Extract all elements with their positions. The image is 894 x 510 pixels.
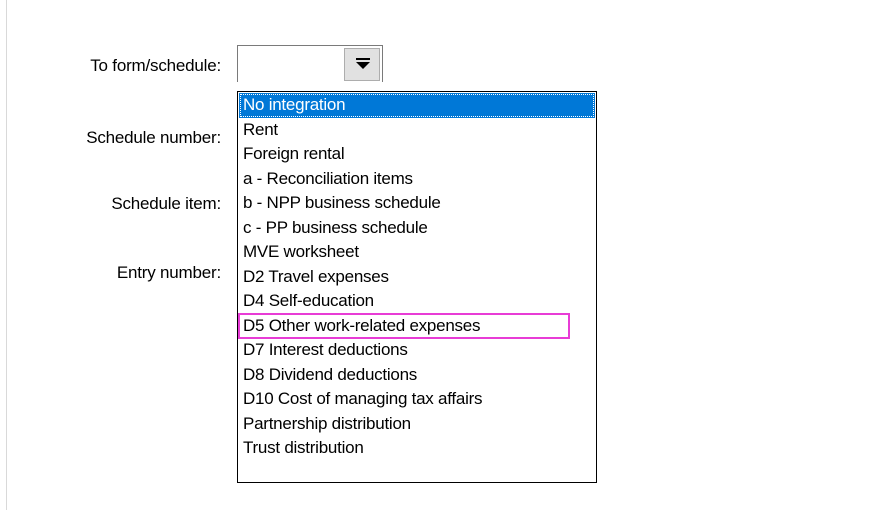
dropdown-arrow-icon: [356, 62, 370, 69]
dropdown-option-no-integration[interactable]: No integration: [239, 93, 595, 118]
dropdown-option-npp-business-schedule[interactable]: b - NPP business schedule: [239, 191, 595, 216]
to-form-schedule-label: To form/schedule:: [90, 56, 221, 75]
dropdown-option-d8-dividend-deductions[interactable]: D8 Dividend deductions: [239, 363, 595, 388]
to-form-schedule-combobox[interactable]: [237, 45, 383, 82]
dropdown-option-d2-travel-expenses[interactable]: D2 Travel expenses: [239, 265, 595, 290]
dropdown-option-d5-other-work-related-expenses[interactable]: D5 Other work-related expenses: [238, 312, 570, 339]
dropdown-option-trust-distribution[interactable]: Trust distribution: [239, 436, 595, 461]
dropdown-option-rent[interactable]: Rent: [239, 118, 595, 143]
dropdown-option-mve-worksheet[interactable]: MVE worksheet: [239, 240, 595, 265]
dropdown-option-reconciliation-items[interactable]: a - Reconciliation items: [239, 167, 595, 192]
combobox-dropdown-button[interactable]: [344, 48, 380, 81]
dropdown-option-pp-business-schedule[interactable]: c - PP business schedule: [239, 216, 595, 241]
dropdown-option-foreign-rental[interactable]: Foreign rental: [239, 142, 595, 167]
dropdown-option-partnership-distribution[interactable]: Partnership distribution: [239, 412, 595, 437]
window-border: [6, 0, 7, 510]
dropdown-option-d4-self-education[interactable]: D4 Self-education: [239, 289, 595, 314]
entry-number-label: Entry number:: [116, 263, 221, 282]
dropdown-option-d10-cost-of-managing-tax-affairs[interactable]: D10 Cost of managing tax affairs: [239, 387, 595, 412]
form-schedule-dropdown-list[interactable]: No integration Rent Foreign rental a - R…: [237, 91, 597, 483]
schedule-item-label: Schedule item:: [111, 194, 221, 213]
schedule-number-label: Schedule number:: [86, 128, 221, 147]
dropdown-option-d7-interest-deductions[interactable]: D7 Interest deductions: [239, 338, 595, 363]
dropdown-arrow-bar-icon: [356, 58, 370, 60]
